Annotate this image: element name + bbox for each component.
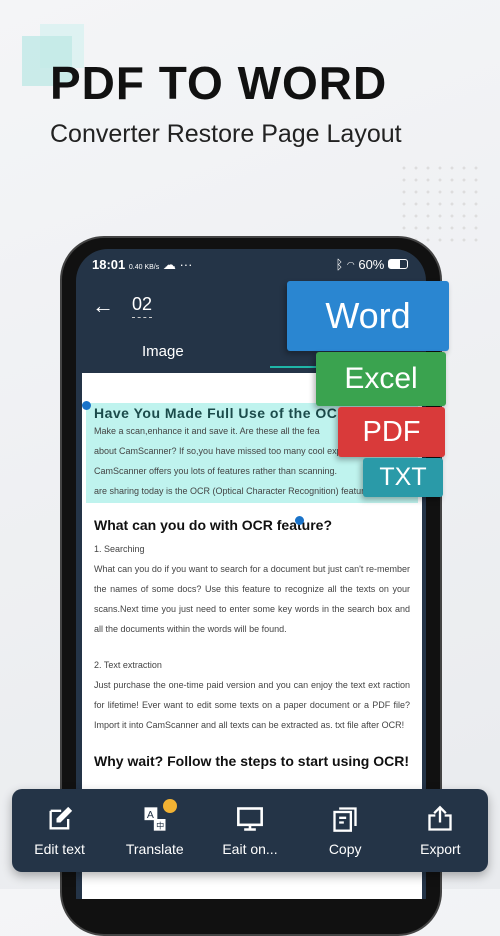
tab-image[interactable]: Image [142, 343, 184, 360]
doc-subheading: What can you do with OCR feature? [94, 517, 333, 533]
edit-text-button[interactable]: Edit text [20, 805, 100, 857]
toolbar-label: Export [420, 840, 461, 857]
doc-paragraph: Just purchase the one-time paid version … [94, 680, 410, 730]
export-icon [428, 805, 453, 831]
pdf-badge: PDF [338, 407, 445, 457]
bluetooth-icon: ᛒ [335, 257, 344, 272]
back-arrow-icon[interactable]: ← [92, 293, 114, 319]
word-badge: Word [287, 281, 449, 351]
status-bar: 18:01 0.40 KB/s ☁ ··· ᛒ ◠ 60% [92, 257, 408, 273]
bottom-toolbar: Edit text A 中 Translate Eait on... Copy Ex… [12, 789, 488, 872]
dot-pattern [398, 162, 478, 242]
toolbar-label: Copy [328, 840, 362, 857]
selection-handle-start[interactable] [82, 401, 91, 410]
doc-subheading: Why wait? Follow the steps to start usin… [94, 753, 410, 769]
cloud-icon: ☁ ··· [162, 257, 193, 272]
excel-badge: Excel [316, 352, 446, 406]
export-button[interactable]: Export [400, 805, 480, 857]
battery-level: 60% [358, 257, 385, 272]
doc-section: 1. Searching [94, 544, 145, 554]
toolbar-label: Eait on... [222, 840, 278, 857]
battery-icon [388, 259, 408, 269]
net-speed: 0.40 KB/s [128, 264, 160, 271]
toolbar-label: Translate [125, 840, 184, 857]
svg-text:中: 中 [156, 820, 164, 830]
status-time: 18:01 [92, 257, 126, 272]
toolbar-label: Edit text [34, 840, 85, 857]
svg-text:A: A [147, 808, 154, 820]
selection-handle-end[interactable] [295, 516, 304, 525]
doc-paragraph: What can you do if you want to search fo… [94, 564, 410, 634]
crown-icon [162, 798, 177, 813]
hero-title: PDF TO WORD [50, 57, 388, 109]
doc-section: 2. Text extraction [94, 660, 162, 670]
edit-icon [49, 806, 72, 829]
copy-button[interactable]: Copy [305, 805, 385, 857]
translate-button[interactable]: A 中 Translate [115, 798, 195, 857]
monitor-icon [237, 806, 263, 831]
page-name[interactable]: 02 [132, 294, 153, 318]
wifi-icon: ◠ [346, 257, 355, 272]
edit-on-pc-button[interactable]: Eait on... [210, 805, 290, 857]
copy-icon [333, 806, 357, 832]
hero-subtitle: Converter Restore Page Layout [50, 120, 402, 148]
txt-badge: TXT [363, 458, 443, 497]
